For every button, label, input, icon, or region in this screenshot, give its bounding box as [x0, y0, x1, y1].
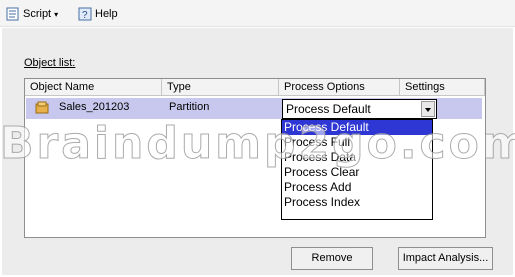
option-process-full[interactable]: Process Full [282, 135, 432, 150]
option-process-data[interactable]: Process Data [282, 150, 432, 165]
option-process-default[interactable]: Process Default [282, 120, 432, 135]
remove-button[interactable]: Remove [291, 247, 373, 270]
script-button[interactable]: Script ▾ [6, 5, 58, 23]
object-list-label: Object list: [24, 57, 76, 69]
chevron-down-icon[interactable]: ▾ [54, 10, 58, 19]
process-options-combobox[interactable]: Process Default [282, 99, 437, 119]
column-header-object-name[interactable]: Object Name [25, 79, 162, 96]
process-options-dropdown[interactable]: Process Default Process Full Process Dat… [281, 119, 433, 220]
help-button[interactable]: ? Help [78, 5, 118, 23]
column-header-settings[interactable]: Settings [400, 79, 485, 96]
toolbar: Script ▾ ? Help [0, 0, 515, 27]
process-options-value: Process Default [286, 102, 371, 116]
script-label: Script [23, 8, 52, 20]
option-process-add[interactable]: Process Add [282, 180, 432, 195]
impact-analysis-button[interactable]: Impact Analysis... [398, 247, 493, 270]
column-header-type[interactable]: Type [162, 79, 279, 96]
object-name-cell: Sales_201203 [59, 101, 130, 113]
svg-text:?: ? [82, 10, 88, 21]
help-label: Help [95, 8, 118, 20]
partition-icon [35, 101, 49, 118]
option-process-index[interactable]: Process Index [282, 195, 432, 210]
column-header-process-options[interactable]: Process Options [279, 79, 400, 96]
script-icon [6, 7, 20, 21]
option-process-clear[interactable]: Process Clear [282, 165, 432, 180]
help-icon: ? [78, 7, 92, 21]
type-cell: Partition [169, 101, 210, 113]
chevron-down-icon[interactable] [421, 101, 435, 117]
